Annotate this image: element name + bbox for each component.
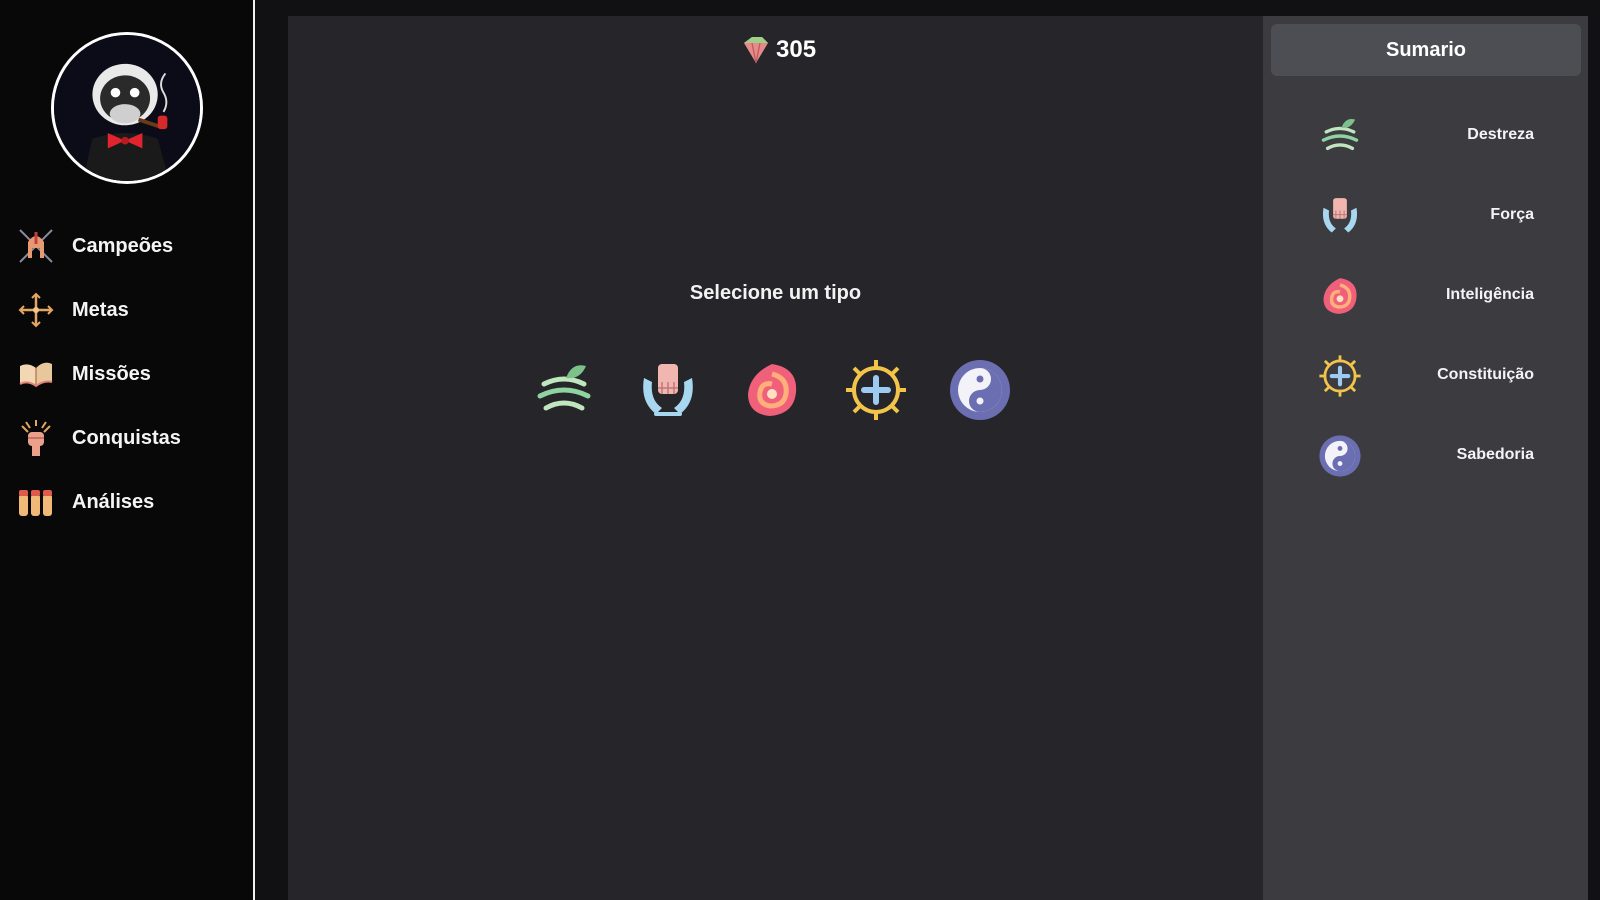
- summary-title: Sumario: [1271, 24, 1581, 76]
- fire-swirl-icon: [1318, 274, 1362, 318]
- summary-list: Destreza Força Inteligência Constituição…: [1263, 96, 1588, 496]
- main-panel: 305 Selecione um tipo: [288, 16, 1263, 900]
- leaf-swirl-icon: [1318, 114, 1362, 158]
- currency-display: 305: [738, 32, 816, 68]
- summary-label: Destreza: [1467, 126, 1534, 143]
- sidebar-item-label: Campeões: [72, 234, 174, 257]
- sidebar-item-label: Conquistas: [72, 426, 181, 449]
- list-item: Destreza: [1263, 96, 1588, 176]
- sidebar-item-conquistas[interactable]: Conquistas: [0, 406, 253, 470]
- bars-icon: [16, 482, 56, 522]
- sidebar-item-metas[interactable]: Metas: [0, 278, 253, 342]
- target-cross-icon: [16, 290, 56, 330]
- sidebar: Campeões Metas Missões Conquistas Anális…: [0, 0, 255, 900]
- spartan-helmet-icon: [16, 226, 56, 266]
- type-button-forca[interactable]: [636, 358, 700, 422]
- list-item: Constituição: [1263, 336, 1588, 416]
- type-selector: [532, 358, 1012, 422]
- type-button-sabedoria[interactable]: [948, 358, 1012, 422]
- sidebar-item-label: Metas: [72, 298, 129, 321]
- yin-yang-icon: [950, 360, 1010, 420]
- avatar[interactable]: [51, 32, 203, 184]
- list-item: Inteligência: [1263, 256, 1588, 336]
- yin-yang-icon: [1318, 434, 1362, 478]
- sidebar-item-missoes[interactable]: Missões: [0, 342, 253, 406]
- fire-swirl-icon: [748, 364, 797, 416]
- type-button-constituicao[interactable]: [844, 358, 908, 422]
- sun-cross-icon: [846, 360, 906, 420]
- summary-label: Sabedoria: [1456, 446, 1534, 463]
- type-button-inteligencia[interactable]: [740, 358, 804, 422]
- fist-splash-icon: [1318, 194, 1362, 238]
- page-title: Selecione um tipo: [689, 282, 862, 304]
- summary-label: Força: [1490, 206, 1534, 223]
- list-item: Sabedoria: [1263, 416, 1588, 496]
- open-book-icon: [16, 354, 56, 394]
- list-item: Força: [1263, 176, 1588, 256]
- currency-value: 305: [776, 36, 817, 63]
- summary-label: Inteligência: [1445, 286, 1534, 303]
- raised-fist-icon: [16, 418, 56, 458]
- sidebar-item-label: Missões: [72, 362, 151, 385]
- type-button-destreza[interactable]: [532, 358, 596, 422]
- summary-label: Constituição: [1437, 366, 1534, 383]
- sidebar-item-campeoes[interactable]: Campeões: [0, 214, 253, 278]
- leaf-swirl-icon: [537, 365, 591, 411]
- fist-splash-icon: [643, 364, 693, 416]
- sun-cross-icon: [1318, 354, 1362, 398]
- summary-panel: Sumario Destreza Força Inteligência Cons…: [1263, 16, 1588, 900]
- sidebar-nav: Campeões Metas Missões Conquistas Anális…: [0, 214, 253, 534]
- sidebar-item-label: Análises: [72, 490, 155, 513]
- chimp-logo-icon: [54, 35, 200, 181]
- gem-icon: [744, 37, 768, 64]
- sidebar-item-analises[interactable]: Análises: [0, 470, 253, 534]
